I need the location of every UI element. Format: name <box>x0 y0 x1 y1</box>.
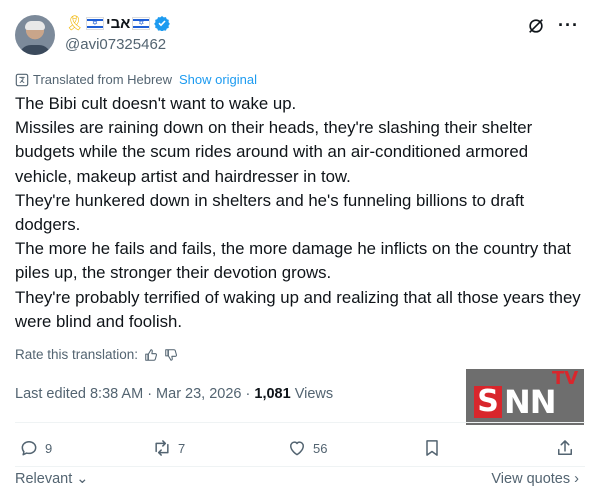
edited-timestamp[interactable]: Last edited 8:38 AM · Mar 23, 2026 · <box>15 386 254 402</box>
watermark-tv: TV <box>552 368 579 389</box>
sort-label: Relevant <box>15 471 73 487</box>
more-icon[interactable]: ··· <box>558 15 579 36</box>
verified-badge-icon <box>154 16 171 31</box>
author-display-name[interactable]: אבי <box>106 15 130 32</box>
avatar[interactable] <box>15 15 55 55</box>
watermark-s: S <box>474 386 502 418</box>
translation-note: Translated from Hebrew Show original <box>15 72 257 87</box>
views-count: 1,081 <box>254 386 291 402</box>
reply-button[interactable]: 9 <box>19 438 52 458</box>
repost-button[interactable]: 7 <box>152 438 185 458</box>
author-name-row[interactable]: 🎗 ✡ אבי ✡ <box>65 13 171 33</box>
chevron-down-icon: ⌄ <box>76 471 89 487</box>
like-count: 56 <box>313 440 328 456</box>
action-bar: 9 7 56 <box>15 434 585 464</box>
watermark-nn: NN <box>504 383 557 421</box>
view-quotes-label: View quotes <box>491 471 571 487</box>
yellow-ribbon-icon: 🎗 <box>65 14 85 32</box>
post-paragraph: The Bibi cult doesn't want to wake up. <box>15 94 297 113</box>
repost-icon <box>155 440 169 456</box>
globe-icon <box>15 73 29 86</box>
repost-count: 7 <box>178 440 186 456</box>
israel-flag-icon: ✡ <box>86 16 105 30</box>
post-paragraph: Missiles are raining down on their heads… <box>15 118 533 186</box>
grok-icon[interactable] <box>527 17 545 35</box>
thumbs-down-icon[interactable] <box>164 348 178 362</box>
like-button[interactable]: 56 <box>287 438 327 458</box>
post-meta: Last edited 8:38 AM · Mar 23, 2026 · 1,0… <box>15 386 333 402</box>
view-quotes-link[interactable]: View quotes › <box>491 471 579 487</box>
bookmark-button[interactable] <box>422 438 442 458</box>
bookmark-icon <box>426 440 438 456</box>
rate-translation: Rate this translation: <box>15 347 178 362</box>
post-paragraph: They're hunkered down in shelters and he… <box>15 190 525 235</box>
translated-from-label: Translated from Hebrew <box>33 72 172 87</box>
like-icon <box>290 441 304 456</box>
divider <box>15 422 585 423</box>
post-header: 🎗 ✡ אבי ✡ @avi07325462 ··· <box>15 13 585 57</box>
post-paragraph: The more he fails and fails, the more da… <box>15 239 571 283</box>
share-icon <box>558 440 572 455</box>
reply-icon <box>21 441 37 456</box>
thumbs-up-icon[interactable] <box>144 348 158 362</box>
author-handle[interactable]: @avi07325462 <box>65 36 166 53</box>
share-button[interactable] <box>555 438 575 458</box>
rate-translation-label: Rate this translation: <box>15 347 139 362</box>
views-label: Views <box>290 386 334 402</box>
show-original-link[interactable]: Show original <box>179 72 257 87</box>
snn-tv-watermark: S NN TV <box>466 369 584 425</box>
chevron-right-icon: › <box>574 471 579 487</box>
sort-dropdown[interactable]: Relevant ⌄ <box>15 471 88 487</box>
israel-flag-icon: ✡ <box>132 16 151 30</box>
post-paragraph: They're probably terrified of waking up … <box>15 287 581 331</box>
reply-count: 9 <box>45 440 53 456</box>
post-body: The Bibi cult doesn't want to wake up. M… <box>15 92 585 334</box>
divider <box>15 466 585 467</box>
